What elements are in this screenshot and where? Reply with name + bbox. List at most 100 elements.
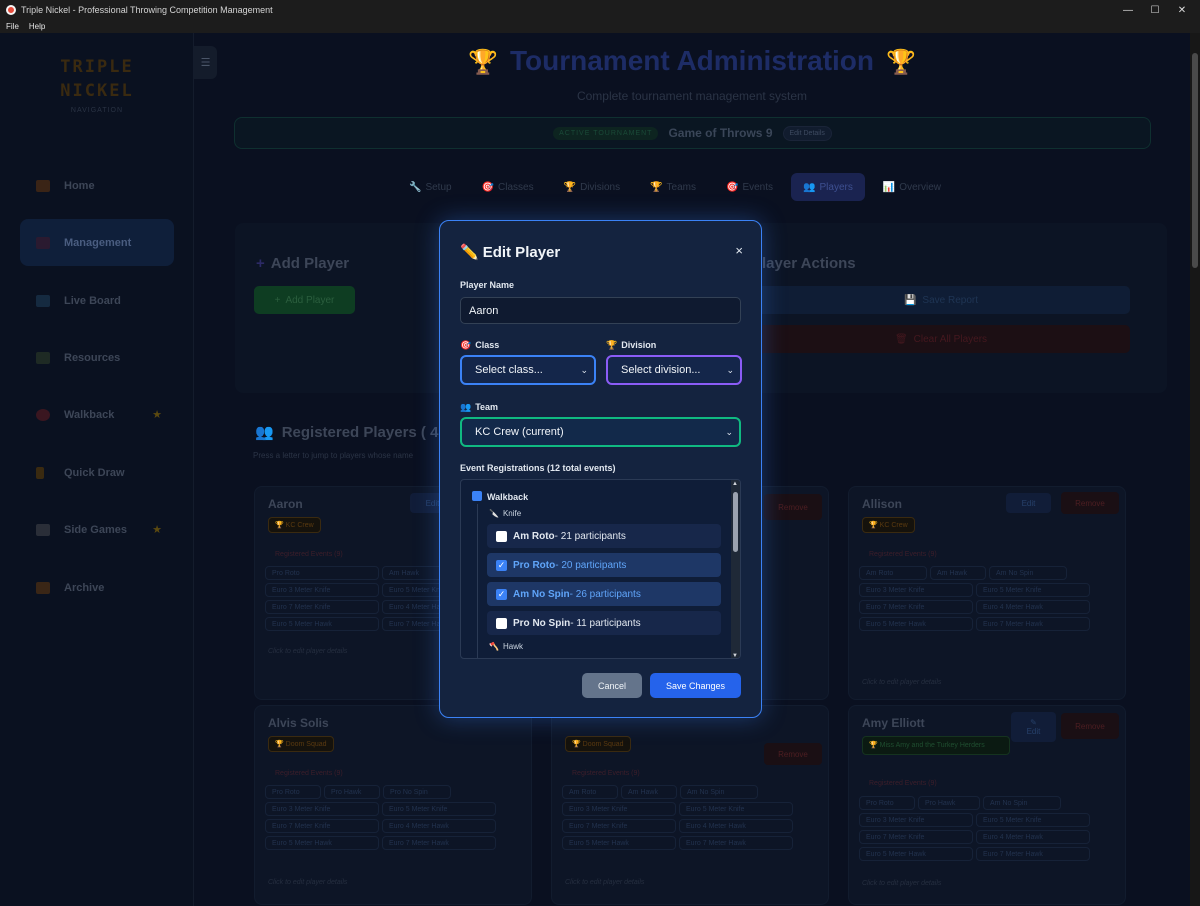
remove-player-button[interactable]: Remove [1061, 713, 1119, 739]
sidebar-item-label: Resources [64, 351, 121, 364]
player-card[interactable]: Alvis Solis 🏆 Doom Squad Registered Even… [254, 705, 532, 905]
menu-file[interactable]: File [6, 22, 19, 31]
player-card[interactable]: 🏆 Doom Squad Remove Registered Events (9… [551, 705, 829, 905]
page-scrollbar[interactable] [1190, 33, 1200, 906]
chevron-down-icon: ⌄ [725, 426, 733, 437]
team-badge: 🏆 KC Crew [862, 517, 915, 533]
sidebar-toggle-button[interactable]: ☰ [194, 46, 217, 79]
tab-divisions[interactable]: 🏆 Divisions [552, 173, 632, 201]
class-select[interactable]: Select class... ⌄ [460, 355, 596, 385]
team-badge: 🏆 Doom Squad [268, 736, 334, 752]
team-badge: 🏆 Doom Squad [565, 736, 631, 752]
pencil-icon: ✏️ [460, 244, 479, 261]
player-name: Aaron [268, 497, 303, 511]
page-scrollbar-thumb[interactable] [1192, 53, 1198, 268]
chart-icon: 📊 [882, 181, 896, 193]
remove-player-button[interactable]: Remove [764, 494, 822, 520]
event-chip: Euro 5 Meter Knife [679, 802, 793, 816]
event-chip: Euro 7 Meter Hawk [382, 836, 496, 850]
event-chips: Pro Roto Pro Hawk Am No Spin Euro 3 Mete… [859, 796, 1109, 861]
event-chip: Euro 5 Meter Hawk [265, 836, 379, 850]
event-chip: Euro 7 Meter Knife [562, 819, 676, 833]
player-card[interactable]: Amy Elliott 🏆 Miss Amy and the Turkey He… [848, 705, 1126, 905]
checkbox[interactable]: ✓ [496, 559, 507, 571]
tab-setup[interactable]: 🔧 Setup [397, 173, 464, 201]
add-player-button[interactable]: + Add Player [254, 286, 355, 314]
sidebar-item-quick-draw[interactable]: Quick Draw [20, 449, 174, 496]
sidebar-item-home[interactable]: Home [20, 162, 174, 209]
active-tournament-badge: ACTIVE TOURNAMENT [553, 126, 659, 140]
event-category: Walkback [472, 491, 528, 502]
trophy-icon: 🏆 [606, 340, 618, 350]
sidebar-item-resources[interactable]: Resources [20, 334, 174, 381]
event-chip: Euro 4 Meter Hawk [976, 600, 1090, 614]
edit-player-button[interactable]: Edit [1006, 493, 1051, 513]
minimize-button[interactable]: — [1114, 0, 1142, 20]
event-chip: Euro 5 Meter Knife [976, 583, 1090, 597]
trophy-icon: 🏆 [468, 49, 498, 76]
target-icon [36, 408, 50, 421]
event-chip: Pro Roto [859, 796, 915, 810]
save-report-button[interactable]: 💾 Save Report [752, 286, 1130, 314]
remove-player-button[interactable]: Remove [1061, 492, 1119, 514]
player-card[interactable]: Allison 🏆 KC Crew Edit Remove Registered… [848, 486, 1126, 700]
brand-subtitle: NAVIGATION [70, 107, 124, 114]
event-chip: Pro Hawk [324, 785, 380, 799]
sidebar-item-management[interactable]: Management [20, 219, 174, 266]
close-window-button[interactable]: ✕ [1168, 0, 1196, 20]
tab-events[interactable]: 🎯 Events [714, 173, 785, 201]
sidebar: TRIPLE NICKEL NAVIGATION Home Management… [0, 33, 194, 906]
tab-overview[interactable]: 📊 Overview [871, 173, 953, 201]
events-scrollbar-thumb[interactable] [733, 492, 738, 552]
house-icon [36, 179, 50, 192]
clear-all-players-button[interactable]: 🗑 Clear All Players [752, 325, 1130, 353]
sidebar-item-walkback[interactable]: Walkback ★ [20, 391, 174, 438]
event-chip: Euro 3 Meter Knife [265, 802, 379, 816]
event-checkbox-row[interactable]: ✓ Am No Spin - 26 participants [487, 582, 721, 606]
edit-details-button[interactable]: Edit Details [782, 125, 832, 141]
tab-classes[interactable]: 🎯 Classes [470, 173, 546, 201]
checkbox[interactable]: ✓ [496, 588, 507, 600]
modal-close-button[interactable]: × [735, 243, 743, 258]
tab-players[interactable]: 👥 Players [791, 173, 865, 201]
star-icon: ★ [152, 409, 162, 421]
scroll-down-icon[interactable]: ▼ [732, 653, 738, 658]
event-checkbox-row[interactable]: ✓ Pro Roto - 20 participants [487, 553, 721, 577]
chevron-down-icon: ⌄ [726, 364, 734, 375]
scroll-up-icon[interactable]: ▲ [732, 481, 738, 487]
remove-player-button[interactable]: Remove [764, 743, 822, 765]
edit-player-button[interactable]: ✎ Edit [1011, 712, 1056, 742]
sidebar-item-live-board[interactable]: Live Board [20, 277, 174, 324]
event-checkbox-row[interactable]: Pro No Spin - 11 participants [487, 611, 721, 635]
checkbox[interactable] [496, 617, 507, 629]
player-name-input[interactable]: Aaron [460, 297, 741, 324]
sidebar-item-side-games[interactable]: Side Games ★ [20, 506, 174, 553]
sidebar-item-archive[interactable]: Archive [20, 564, 174, 611]
event-chip: Euro 4 Meter Hawk [382, 819, 496, 833]
event-subcategory-hawk: 🪓 Hawk [489, 642, 523, 651]
event-chip: Am Hawk [621, 785, 677, 799]
event-registrations-list[interactable]: Walkback 🔪 Knife Am Roto - 21 participant… [460, 479, 741, 659]
event-chip: Euro 5 Meter Hawk [265, 617, 379, 631]
team-select[interactable]: KC Crew (current) ⌄ [460, 417, 741, 447]
maximize-button[interactable]: ☐ [1141, 0, 1169, 20]
page-title: 🏆 Tournament Administration 🏆 [468, 45, 916, 76]
event-checkbox-row[interactable]: Am Roto - 21 participants [487, 524, 721, 548]
checkbox[interactable] [496, 530, 507, 542]
cancel-button[interactable]: Cancel [582, 673, 642, 698]
event-chip: Am Roto [859, 566, 927, 580]
events-scrollbar[interactable]: ▲ ▼ [731, 480, 740, 658]
event-chip: Am No Spin [983, 796, 1061, 810]
save-changes-button[interactable]: Save Changes [650, 673, 741, 698]
division-select[interactable]: Select division... ⌄ [606, 355, 742, 385]
registered-events-label: Registered Events (9) [572, 770, 640, 777]
tab-teams[interactable]: 🏆 Teams [638, 173, 708, 201]
registered-events-label: Registered Events (9) [869, 551, 937, 558]
registered-players-heading: 👥 Registered Players ( 4 [255, 424, 439, 441]
event-chip: Euro 7 Meter Knife [265, 600, 379, 614]
event-chip: Euro 7 Meter Hawk [679, 836, 793, 850]
chevron-down-icon: ⌄ [580, 364, 588, 375]
window-titlebar: Triple Nickel - Professional Throwing Co… [0, 0, 1200, 20]
sidebar-item-label: Archive [64, 581, 105, 594]
menu-help[interactable]: Help [29, 22, 45, 31]
